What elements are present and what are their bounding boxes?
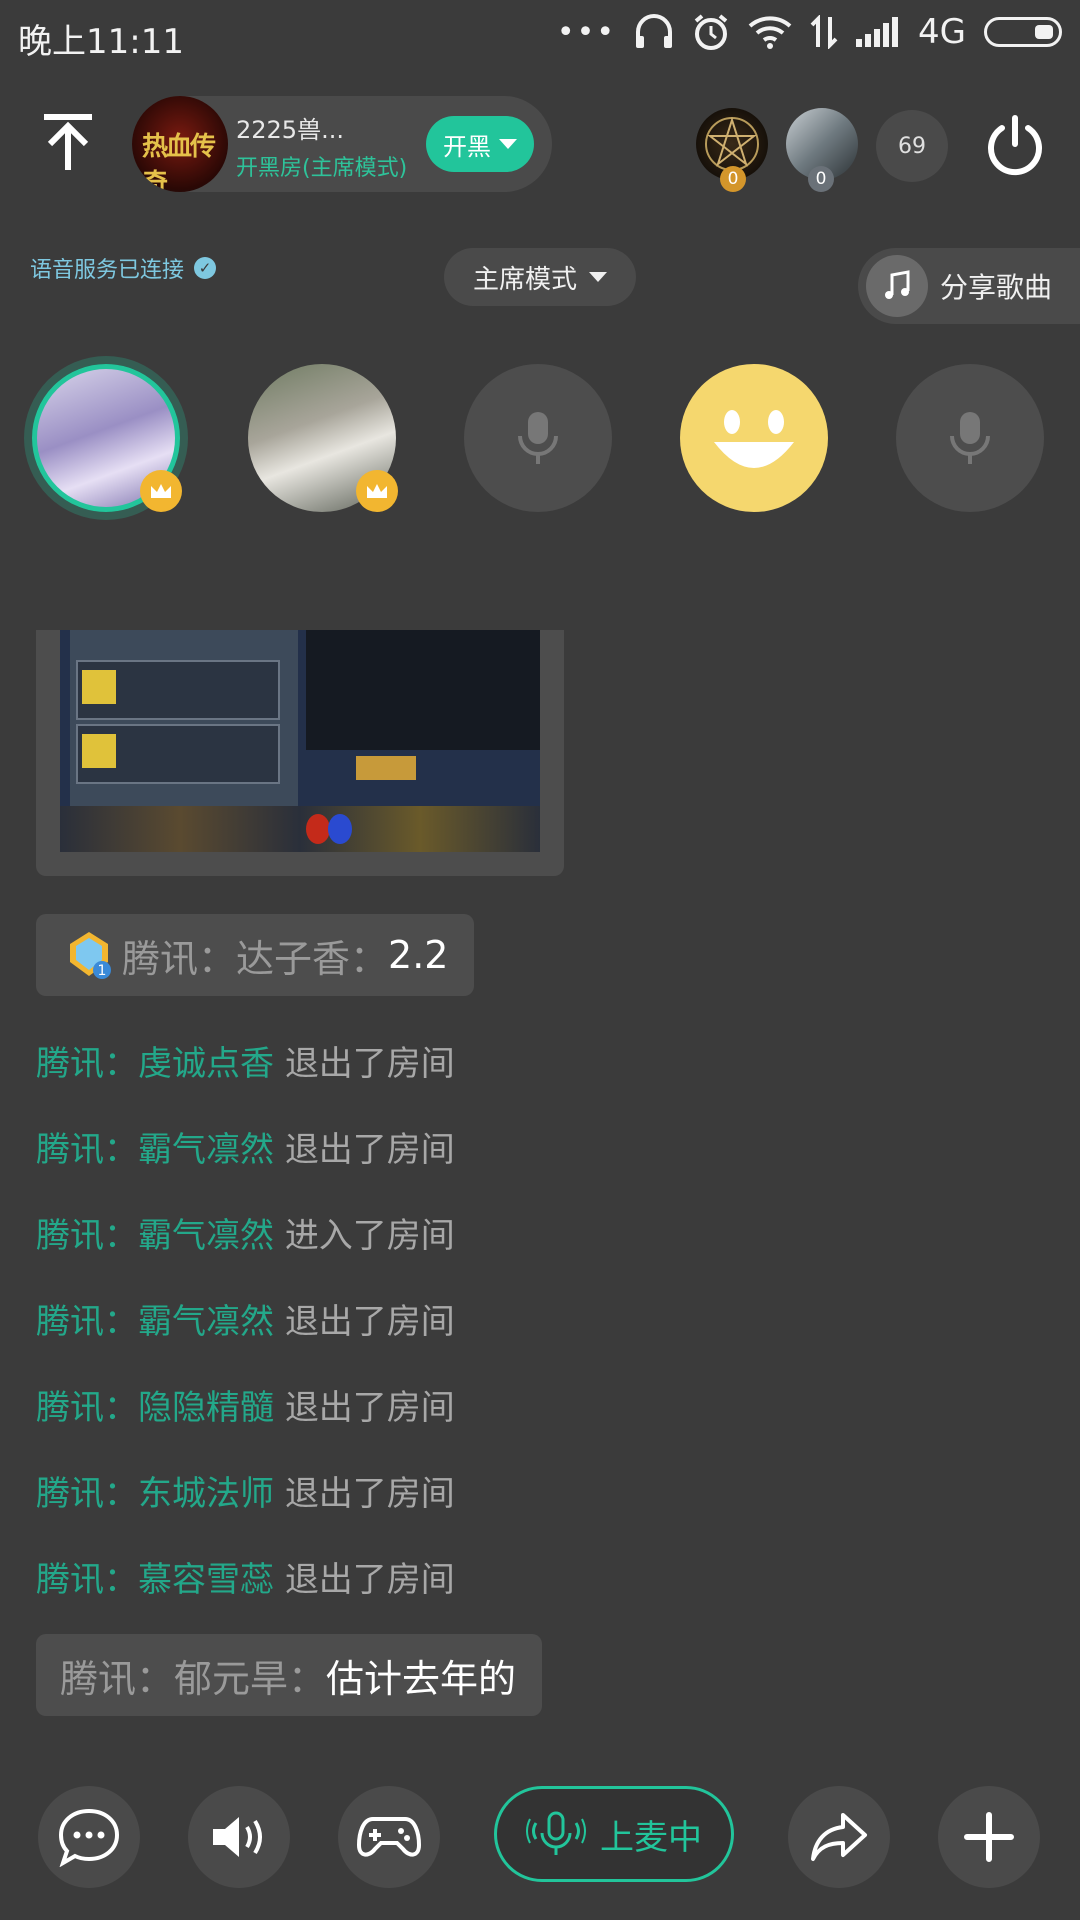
room-mode: 开黑房(主席模式) [236, 156, 408, 181]
chat-bubble[interactable]: 1 腾讯：达子香： 2.2 [36, 914, 475, 996]
signal-icon [856, 17, 899, 47]
status-icons: ••• 4G [557, 12, 1062, 52]
svg-text:1: 1 [98, 963, 107, 979]
chat-message-text: 估计去年的 [326, 1656, 517, 1701]
seat-empty[interactable] [464, 364, 612, 512]
seat-smiley[interactable] [680, 364, 828, 512]
microphone-wave-icon [526, 1811, 586, 1855]
share-song-label: 分享歌曲 [940, 271, 1053, 304]
chat-bubble-icon [58, 1808, 120, 1867]
status-time: 晚上11:11 [18, 22, 184, 62]
seat-empty[interactable] [896, 364, 1044, 512]
mic-on-button[interactable]: 上麦中 [494, 1786, 734, 1882]
chat-bubble[interactable]: 腾讯：郁元旱： 估计去年的 [36, 1634, 543, 1716]
system-message: 腾讯：隐隐精髓 退出了房间 [36, 1388, 455, 1428]
voice-service-status: 语音服务已连接 ✓ [30, 252, 217, 284]
room-logo: 热血传奇 [132, 96, 228, 192]
crown-icon [140, 470, 182, 512]
game-button[interactable] [338, 1786, 440, 1888]
gamepad-icon [357, 1817, 421, 1857]
chat-image[interactable] [60, 630, 540, 852]
voice-status-text: 语音服务已连接 [30, 258, 185, 283]
microphone-icon [518, 412, 558, 464]
chat-input-button[interactable] [38, 1786, 140, 1888]
collapse-up-icon[interactable] [40, 112, 96, 172]
share-button[interactable] [788, 1786, 890, 1888]
power-exit-icon[interactable] [984, 114, 1046, 176]
system-message: 腾讯：霸气凛然 退出了房间 [36, 1302, 455, 1342]
system-message: 腾讯：霸气凛然 退出了房间 [36, 1130, 455, 1170]
battery-icon [984, 17, 1062, 47]
speaker-button[interactable] [188, 1786, 290, 1888]
headphones-icon [636, 14, 673, 48]
top-user-count: 0 [720, 166, 746, 192]
share-arrow-icon [811, 1813, 867, 1861]
system-message: 腾讯：东城法师 退出了房间 [36, 1474, 455, 1514]
more-dots-icon: ••• [556, 14, 617, 50]
data-transfer-icon [810, 15, 838, 49]
chat-sender: 腾讯：郁元旱： [60, 1656, 327, 1701]
room-name: 2225兽... [236, 116, 344, 144]
mode-label: 主席模式 [472, 264, 577, 295]
network-type: 4G [918, 12, 966, 52]
system-message: 腾讯：慕容雪蕊 退出了房间 [36, 1560, 455, 1600]
microphone-icon [950, 412, 990, 464]
status-bar: 晚上11:11 ••• 4G [0, 0, 1080, 74]
rank-badge-icon: 1 [70, 932, 111, 979]
plus-icon [964, 1812, 1014, 1862]
kaihei-label: 开黑 [443, 132, 491, 161]
chat-message-text: 2.2 [388, 933, 449, 977]
online-count-badge[interactable]: 69 [876, 110, 948, 182]
more-button[interactable] [938, 1786, 1040, 1888]
chevron-down-icon [499, 139, 517, 149]
smiley-face-icon [714, 410, 794, 468]
chat-sender: 腾讯：达子香： [122, 936, 389, 981]
check-circle-icon: ✓ [194, 257, 217, 279]
system-message: 腾讯：霸气凛然 进入了房间 [36, 1216, 455, 1256]
top-user-count: 0 [808, 166, 834, 192]
share-song-button[interactable]: 分享歌曲 [858, 248, 1080, 324]
music-note-icon [866, 255, 928, 317]
chevron-down-icon [589, 272, 607, 282]
alarm-icon [694, 14, 728, 50]
crown-icon [356, 470, 398, 512]
mic-on-label: 上麦中 [600, 1817, 702, 1858]
speaker-icon [213, 1817, 262, 1857]
mode-select-button[interactable]: 主席模式 [444, 248, 636, 306]
system-message: 腾讯：虔诚点香 退出了房间 [36, 1044, 455, 1084]
kaihei-dropdown-button[interactable]: 开黑 [426, 116, 534, 172]
wifi-icon [748, 16, 792, 49]
